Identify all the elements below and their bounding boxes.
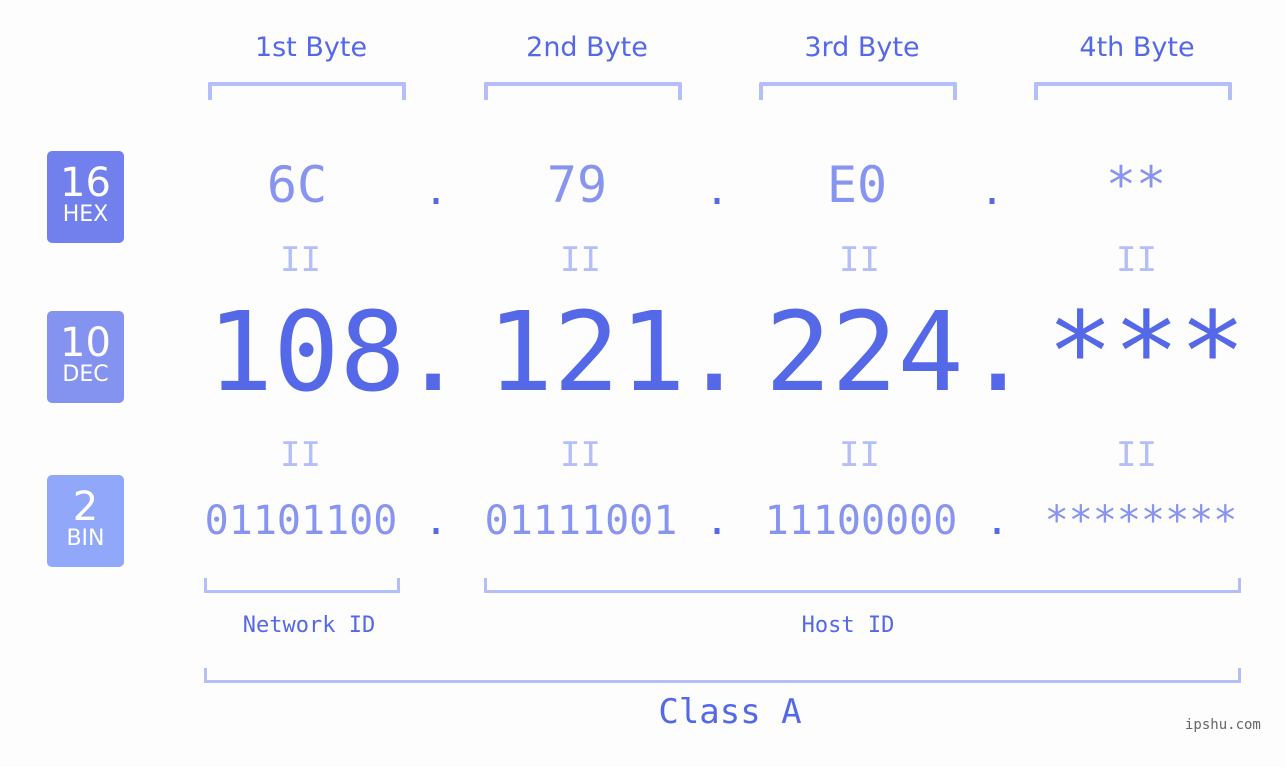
equals-icon: II xyxy=(839,240,880,280)
dec-byte-2: 121 xyxy=(487,288,686,416)
class-bracket xyxy=(204,668,1241,683)
bin-dot-3: . xyxy=(985,498,1010,544)
equals-icon: II xyxy=(560,435,601,475)
hex-badge-number: 16 xyxy=(60,160,111,206)
hex-dot-1: . xyxy=(424,168,449,214)
bin-badge-number: 2 xyxy=(72,484,99,530)
byte-bracket-2 xyxy=(484,82,682,100)
bin-byte-3: 11100000 xyxy=(764,498,958,544)
dec-badge-label: DEC xyxy=(62,362,109,387)
host-id-label: Host ID xyxy=(801,613,895,638)
equals-icon: II xyxy=(1116,435,1157,475)
byte-bracket-4 xyxy=(1034,82,1232,100)
network-id-bracket xyxy=(204,578,400,593)
bin-dot-1: . xyxy=(424,498,449,544)
equals-icon: II xyxy=(280,240,321,280)
hex-byte-1: 6C xyxy=(266,156,328,214)
byte-bracket-3 xyxy=(759,82,957,100)
equals-icon: II xyxy=(1116,240,1157,280)
equals-icon: II xyxy=(560,240,601,280)
bin-dot-2: . xyxy=(705,498,730,544)
dec-byte-4: *** xyxy=(1047,288,1246,416)
watermark: ipshu.com xyxy=(1185,717,1261,733)
class-label: Class A xyxy=(658,692,802,732)
bin-byte-4: ******** xyxy=(1044,498,1238,544)
byte-header-2: 2nd Byte xyxy=(526,32,648,63)
bin-badge-label: BIN xyxy=(66,526,105,551)
equals-icon: II xyxy=(280,435,321,475)
hex-badge: 16 HEX xyxy=(47,151,124,243)
dec-dot-3: . xyxy=(965,288,1032,416)
equals-icon: II xyxy=(839,435,880,475)
bin-badge: 2 BIN xyxy=(47,475,124,567)
hex-byte-2: 79 xyxy=(546,156,608,214)
hex-dot-2: . xyxy=(705,168,730,214)
dec-byte-1: 108 xyxy=(207,288,406,416)
dec-dot-2: . xyxy=(681,288,748,416)
dec-dot-1: . xyxy=(400,288,467,416)
dec-badge: 10 DEC xyxy=(47,311,124,403)
bin-byte-1: 01101100 xyxy=(204,498,398,544)
host-id-bracket xyxy=(484,578,1241,593)
byte-header-1: 1st Byte xyxy=(254,32,368,63)
byte-header-4: 4th Byte xyxy=(1079,32,1195,63)
byte-header-3: 3rd Byte xyxy=(804,32,920,63)
dec-badge-number: 10 xyxy=(60,320,111,366)
hex-dot-3: . xyxy=(980,168,1005,214)
dec-byte-3: 224 xyxy=(765,288,964,416)
network-id-label: Network ID xyxy=(242,613,376,638)
hex-badge-label: HEX xyxy=(62,202,109,227)
bin-byte-2: 01111001 xyxy=(484,498,678,544)
hex-byte-3: E0 xyxy=(826,156,888,214)
hex-byte-4: ** xyxy=(1105,156,1167,214)
byte-bracket-1 xyxy=(208,82,406,100)
